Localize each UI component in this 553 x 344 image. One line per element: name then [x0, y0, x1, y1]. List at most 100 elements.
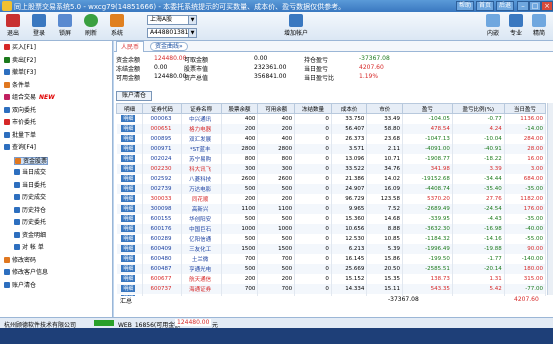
sidebar-item-15[interactable]: 资金明细	[14, 231, 46, 240]
detail-button[interactable]: 明细	[121, 155, 136, 162]
column-header[interactable]: 证券代码	[142, 103, 182, 114]
table-cell: 800	[257, 153, 296, 164]
table-row[interactable]: 明细 600480 土兰微 700 700 0 16.145 15.86 -199.50 -1.7…	[116, 253, 547, 264]
detail-button[interactable]: 明细	[121, 245, 136, 252]
table-row[interactable]: 明细 000063 中兴通讯 400 400 0 33.750 33.49 -104.05 -0.…	[116, 113, 547, 124]
table-row[interactable]: 明细 600487 亨通光电 500 500 0 25.669 20.50 -2585.51 -2…	[116, 263, 547, 274]
table-cell: 500	[221, 213, 259, 224]
sidebar-item-1[interactable]: 卖出[F2]	[4, 56, 36, 65]
minimize-icon[interactable]: –	[517, 1, 529, 11]
table-row[interactable]: 明细 002230 科大讯飞 300 300 0 33.522 34.76 341.98 3.39…	[116, 163, 547, 174]
table-row[interactable]: 明细 300098 高新兴 1100 1100 0 9.965 7.52 -2689.49 -24…	[116, 203, 547, 214]
column-header[interactable]: 成本价	[330, 103, 368, 114]
table-row[interactable]: 明细 600409 三友化工 1500 1500 0 6.213 5.39 -1996.49 -1…	[116, 243, 547, 254]
home-button[interactable]: 首页	[476, 1, 494, 11]
sidebar-item-16[interactable]: 对 帐 单	[14, 244, 44, 252]
table-row[interactable]: 明细 600737 海通证券 700 700 0 14.334 15.11 543.35 5.42…	[116, 283, 547, 294]
tab-rmb[interactable]: 人民币	[116, 41, 145, 52]
sidebar-item-8[interactable]: 查询[F4]	[4, 144, 36, 152]
help-button[interactable]: 帮助	[456, 1, 474, 11]
table-cell: 34.76	[366, 163, 403, 174]
sidebar-item-18[interactable]: 修改客户信息	[4, 269, 48, 277]
detail-button[interactable]: 明细	[121, 175, 136, 182]
simple-button[interactable]: 精简	[528, 14, 550, 39]
sidebar-item-5[interactable]: 双向委托	[4, 106, 36, 115]
table-row[interactable]: 明细 000895 双汇发展 400 400 0 26.373 23.68 -1047.13 -1…	[116, 133, 547, 144]
detail-button[interactable]: 明细	[121, 225, 136, 232]
detail-button[interactable]: 明细	[121, 135, 136, 142]
sidebar-item-4[interactable]: 组合交易 NEW	[4, 94, 55, 102]
table-cell: 1100	[257, 203, 296, 214]
detail-button[interactable]: 明细	[121, 285, 136, 292]
table-row[interactable]: 明细 600155 华创阳安 500 500 0 15.360 14.68 -339.95 -4.…	[116, 213, 547, 224]
sidebar-item-2[interactable]: 撤单[F3]	[4, 69, 36, 77]
detail-button[interactable]: 明细	[121, 185, 136, 192]
table-cell: 八菱科技	[181, 173, 222, 184]
market-select[interactable]: 上海A股 ▼	[147, 15, 197, 25]
pro-button[interactable]: 专业	[505, 14, 527, 39]
column-header[interactable]: 可用余额	[257, 103, 296, 114]
back-button[interactable]: 后退	[496, 1, 514, 11]
table-row[interactable]: 明细 002739 万达电影 500 500 0 24.907 16.09 -4408.74 -3…	[116, 183, 547, 194]
column-header[interactable]: 盈亏比例(%)	[451, 103, 505, 114]
maximize-icon[interactable]: □	[529, 1, 541, 11]
refresh-label: 刷新	[84, 30, 97, 37]
sidebar-item-11[interactable]: 当日委托	[14, 181, 46, 190]
add-account-button[interactable]: 增加帐户	[278, 14, 314, 39]
table-row[interactable]: 明细 002024 苏宁易购 800 800 0 13.096 10.71 -1908.77 -1…	[116, 153, 547, 164]
detail-button[interactable]: 明细	[121, 235, 136, 242]
detail-button[interactable]: 明细	[121, 115, 136, 123]
table-cell: 400	[221, 133, 259, 144]
detail-button[interactable]: 明细	[121, 215, 136, 222]
detail-button[interactable]: 明细	[121, 275, 136, 282]
system-button[interactable]: 系统	[106, 14, 128, 39]
sidebar-item-12[interactable]: 历史成交	[14, 194, 46, 202]
sidebar-item-0[interactable]: 买入[F1]	[4, 44, 36, 52]
table-row[interactable]: 明细 600677 航天通信 200 200 0 15.152 15.35 138.73 1.31…	[116, 273, 547, 284]
refresh-button[interactable]: 刷新	[80, 14, 102, 39]
sidebar-item-9[interactable]: 资金股票	[14, 156, 49, 165]
column-header[interactable]: 明细	[115, 103, 144, 114]
detail-button[interactable]: 明细	[121, 265, 136, 272]
sidebar-item-14[interactable]: 历史委托	[14, 219, 46, 227]
account-select[interactable]: A448801381 ▼	[147, 28, 197, 38]
detail-button[interactable]: 明细	[121, 195, 136, 202]
column-header[interactable]: 冻结数量	[294, 103, 332, 114]
sidebar-item-19[interactable]: 账户清仓	[4, 281, 36, 290]
column-header[interactable]: 市价	[366, 103, 403, 114]
table-row[interactable]: 明细 600289 亿阳信通 500 500 0 12.530 10.85 -1184.32 -1…	[116, 233, 547, 244]
detail-button[interactable]: 明细	[121, 205, 136, 212]
table-row[interactable]: 明细 000971 *ST蓝丰 2800 2800 0 3.571 2.11 -4091.00-…	[116, 143, 547, 154]
fund-curve-link[interactable]: 资金曲线»	[150, 42, 188, 51]
sidebar-item-13[interactable]: 历史持仓	[14, 206, 46, 215]
detail-button[interactable]: 明细	[121, 165, 136, 172]
sidebar-item-7[interactable]: 批量下单	[4, 131, 36, 140]
login-button[interactable]: 登录	[28, 14, 50, 39]
table-cell: 600737	[142, 283, 182, 294]
sidebar-item-6[interactable]: 市价委托	[4, 119, 36, 127]
embed-button[interactable]: 内嵌	[482, 14, 504, 39]
sidebar-item-10[interactable]: 当日成交	[14, 169, 46, 177]
table-row[interactable]: 明细 002592 八菱科技 2600 2600 0 21.386 14.02 -19152.6…	[116, 173, 547, 184]
column-header[interactable]: 证券名称	[180, 103, 222, 114]
exit-button[interactable]: 退出	[2, 14, 24, 39]
table-row[interactable]: 明细 300033 同花顺 200 200 0 96.729 123.58 5370.20 27.…	[116, 193, 547, 204]
sidebar-item-17[interactable]: 修改密码	[4, 256, 36, 265]
detail-button[interactable]: 明细	[121, 255, 136, 262]
vertical-scrollbar[interactable]	[547, 103, 553, 295]
lock-button[interactable]: 锁屏	[54, 14, 76, 39]
sidebar-item-3[interactable]: 条件单	[4, 81, 30, 90]
table-cell: 0	[294, 243, 332, 254]
column-header[interactable]: 股票余额	[220, 103, 259, 114]
window-title: 同上股票交易系统5.0 - wxcg79(14851666) - 本委托系统提示…	[14, 3, 346, 11]
user-add-icon	[289, 14, 303, 27]
detail-button[interactable]: 明细	[121, 145, 136, 152]
column-header[interactable]: 当日盈亏	[503, 103, 547, 114]
detail-button[interactable]: 明细	[121, 125, 136, 132]
close-icon[interactable]: ×	[541, 1, 553, 11]
fund-value: 0.00	[254, 55, 268, 62]
table-row[interactable]: 明细 000651 格力电器 200 200 0 56.407 58.80 478.54 4.24…	[116, 123, 547, 134]
column-header[interactable]: 盈亏	[401, 103, 453, 114]
clear-account-button[interactable]: 账户清仓	[116, 91, 152, 101]
table-row[interactable]: 明细 600176 中国巨石 1000 1000 0 10.656 8.88 -3632.30-…	[116, 223, 547, 234]
